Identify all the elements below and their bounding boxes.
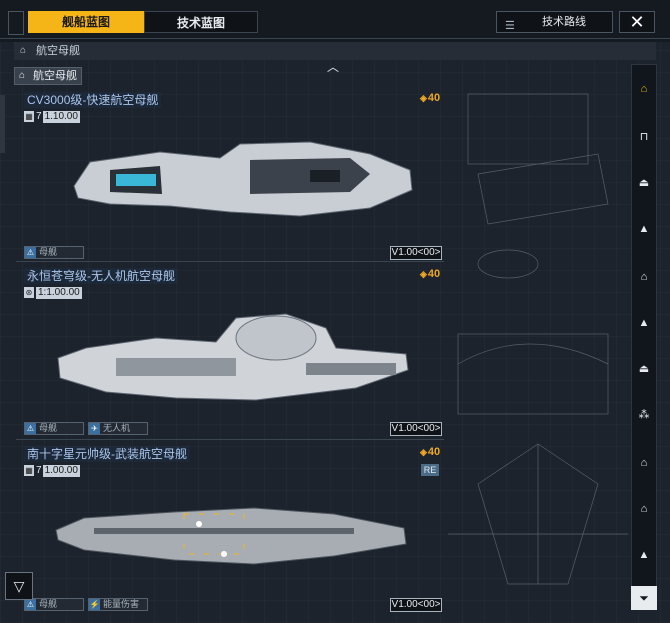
version-label: V1.00<00> [390, 598, 442, 612]
filter-button[interactable]: ⏷ [631, 586, 657, 610]
drone-tag-icon: ✈ [89, 423, 100, 434]
ship-cost: ◈40 [420, 268, 441, 280]
logo-slot [8, 11, 24, 35]
cruiser-icon[interactable]: ⌂ [632, 265, 656, 289]
ship-cost: ◈40 [420, 446, 441, 458]
special-icon[interactable]: ▲ [632, 543, 656, 567]
re-badge: RE [421, 464, 439, 476]
ship-image [73, 141, 413, 217]
triangle-icon: ▽ [13, 578, 25, 594]
route-icon: ☰ [505, 20, 515, 32]
cost-icon: ◈ [420, 447, 427, 457]
ship-name: 南十字星元帅级-武装航空母舰 [24, 446, 190, 462]
destroyer-icon[interactable]: ▲ [632, 217, 656, 241]
drone-icon: ⊛ [24, 287, 34, 298]
ship-tag: ⚠ 母舰 [24, 598, 84, 611]
ship-name: CV3000级-快速航空母舰 [24, 92, 162, 108]
grid-icon: ▦ [24, 111, 34, 122]
tab-tech-blueprint[interactable]: 技术蓝图 [144, 11, 258, 33]
category-sidebar: ⌂ ⊓ ⏏ ▲ ⌂ ▲ ⏏ ⁂ ⌂ ⌂ ▲ [631, 64, 657, 610]
ship-ratio: ▦ 7 1.10.00 [24, 110, 80, 123]
tag-icon: ⚠ [25, 247, 36, 258]
carrier-icon: ⌂ [20, 45, 27, 56]
ship-image [55, 507, 407, 565]
card-divider [16, 439, 444, 440]
breadcrumb-label: 航空母舰 [36, 45, 80, 57]
ship-card[interactable]: 南十字星元帅级-武装航空母舰 ◈40 RE ▦ 7 1.00.00 ⚠ 母舰 ⚡ 能… [16, 446, 444, 614]
blueprint-sketch [448, 93, 628, 585]
auxiliary-icon[interactable]: ⌂ [632, 497, 656, 521]
energy-icon: ⚡ [89, 599, 100, 610]
version-label: V1.00<00> [390, 246, 442, 260]
carrier-icon[interactable]: ⌂ [632, 77, 656, 101]
filter-icon: ⏷ [639, 591, 649, 605]
cost-icon: ◈ [420, 93, 427, 103]
category-tag-label: 航空母舰 [33, 70, 77, 82]
left-drawer-handle[interactable] [0, 95, 5, 153]
tech-route-button[interactable]: ☰ 技术路线 [496, 11, 613, 33]
ship-ratio: ⊛ 1:1.00.00 [24, 286, 82, 299]
card-divider [16, 261, 444, 262]
battlecruiser-icon[interactable]: ▲ [632, 311, 656, 335]
ship-ratio: ▦ 7 1.00.00 [24, 464, 80, 477]
fighter-icon[interactable]: ⏏ [632, 357, 656, 381]
ship-name: 永恒苍穹级-无人机航空母舰 [24, 268, 178, 284]
corvette-icon[interactable]: ⏏ [632, 171, 656, 195]
carrier-icon: ⌂ [19, 70, 26, 81]
tech-route-label: 技术路线 [542, 16, 586, 28]
cost-icon: ◈ [420, 269, 427, 279]
version-label: V1.00<00> [390, 422, 442, 436]
ship-image [57, 313, 409, 401]
frigate-icon[interactable]: ⊓ [632, 125, 656, 149]
squadron-icon[interactable]: ⁂ [632, 403, 656, 427]
ship-tag: ⚠ 母舰 [24, 246, 84, 259]
ship-card[interactable]: 永恒苍穹级-无人机航空母舰 ◈40 ⊛ 1:1.00.00 ⚠ 母舰 ✈ 无人机 V… [16, 268, 444, 440]
tag-icon: ⚠ [25, 423, 36, 434]
close-icon: ✕ [629, 12, 645, 32]
ship-tag: ✈ 无人机 [88, 422, 148, 435]
tag-icon: ⚠ [25, 599, 36, 610]
top-divider [0, 38, 670, 39]
up-chevron-icon[interactable]: ︿ [327, 58, 339, 75]
menu-button[interactable]: ▽ [5, 572, 33, 600]
ship-tag: ⚠ 母舰 [24, 422, 84, 435]
ship-tag: ⚡ 能量伤害 [88, 598, 148, 611]
grid-icon: ▦ [24, 465, 34, 476]
utility-icon[interactable]: ⌂ [632, 451, 656, 475]
tab-ship-blueprint[interactable]: 舰船蓝图 [28, 11, 144, 33]
close-button[interactable]: ✕ [619, 11, 655, 33]
ship-cost: ◈40 [420, 92, 441, 104]
ship-card[interactable]: CV3000级-快速航空母舰 ◈40 ▦ 7 1.10.00 ⚠ 母舰 V1.00… [16, 92, 444, 262]
category-tag: ⌂ 航空母舰 [14, 67, 82, 85]
